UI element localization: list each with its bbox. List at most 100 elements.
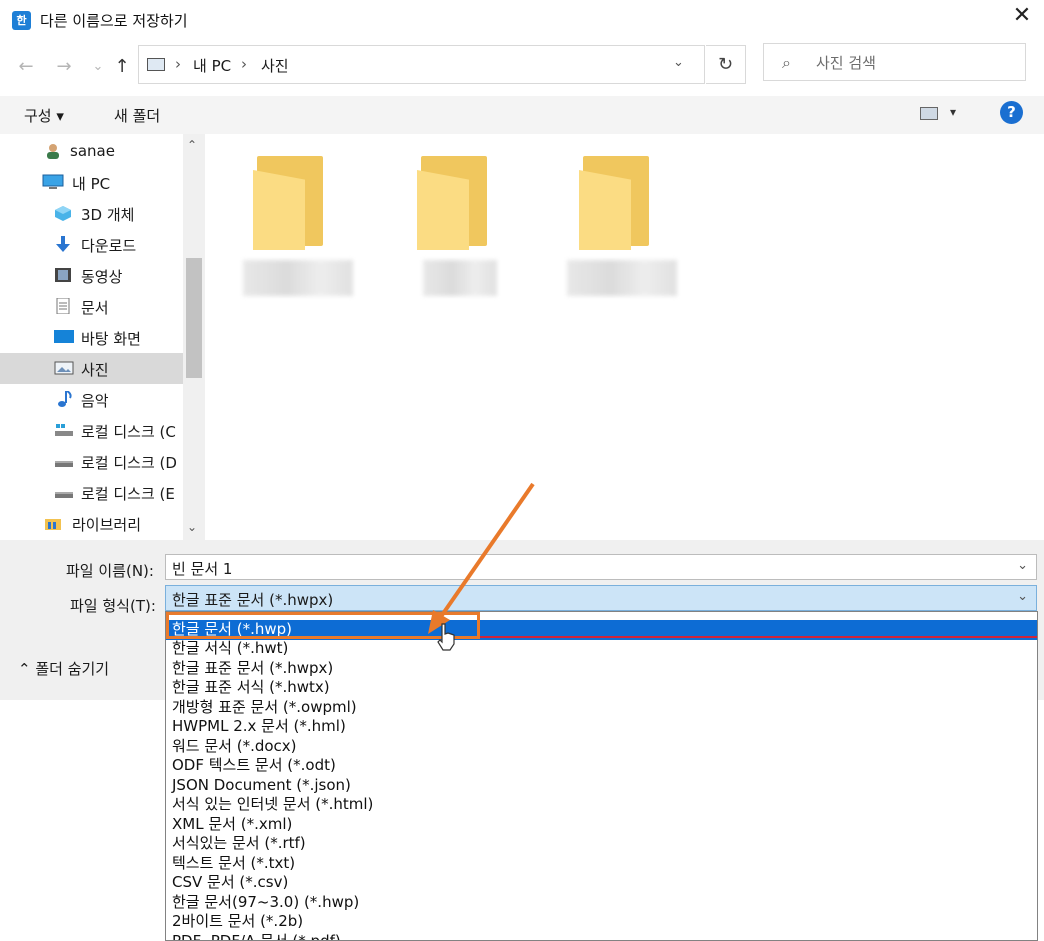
sidebar-item-label: 로컬 디스크 (E [81,485,175,503]
blurred-folder-name [567,260,677,296]
breadcrumb-pictures[interactable]: 사진 [261,55,289,76]
computer-icon [42,174,64,189]
folder-item[interactable] [579,156,655,250]
sidebar-item-drive-c[interactable]: 로컬 디스크 (C [0,415,183,446]
sidebar-item-label: 로컬 디스크 (D [81,454,177,472]
filetype-option[interactable]: CSV 문서 (*.csv) [166,873,1037,893]
sidebar-item-3d-objects[interactable]: 3D 개체 [0,198,183,229]
filename-field[interactable]: 빈 문서 1 ⌄ [165,554,1037,580]
folder-item[interactable] [417,156,493,250]
sidebar-item-videos[interactable]: 동영상 [0,260,183,291]
folder-item[interactable] [253,156,329,250]
3d-objects-icon [55,206,71,221]
sidebar-item-label: 동영상 [81,268,123,286]
file-list [205,134,1044,540]
drive-icon [55,461,73,467]
filetype-option[interactable]: 텍스트 문서 (*.txt) [166,854,1037,874]
sidebar-item-drive-d[interactable]: 로컬 디스크 (D [0,446,183,477]
filetype-dropdown-list[interactable]: 한글 문서 (*.hwp) 한글 서식 (*.hwt) 한글 표준 문서 (*.… [165,611,1038,941]
sidebar-item-label: 음악 [81,392,109,410]
annotation-highlight-box [166,612,480,639]
sidebar-item-music[interactable]: 음악 [0,384,183,415]
breadcrumb-this-pc[interactable]: 내 PC [193,55,231,76]
document-icon [56,298,70,314]
drive-icon [55,424,73,436]
organize-button[interactable]: 구성 ▾ [24,105,64,126]
sidebar-scroll-thumb[interactable] [186,258,202,378]
new-folder-button[interactable]: 새 폴더 [114,105,160,126]
music-icon [58,391,72,407]
title-bar: 한 다른 이름으로 저장하기 ✕ [0,0,1044,40]
refresh-button[interactable]: ↻ [706,45,746,84]
pictures-icon [54,361,74,375]
chevron-down-icon[interactable]: ⌄ [673,55,684,70]
scroll-down-icon[interactable]: ⌄ [187,520,197,534]
sidebar-item-label: 라이브러리 [72,516,142,534]
filetype-option[interactable]: XML 문서 (*.xml) [166,815,1037,835]
sidebar-item-user[interactable]: sanae [0,136,183,167]
hide-folders-label: 폴더 숨기기 [35,660,110,678]
chevron-up-icon: ⌃ [18,660,36,678]
sidebar-item-label: 내 PC [72,175,111,193]
up-button[interactable]: ↑ [110,56,134,78]
forward-button[interactable]: → [52,56,76,78]
sidebar-item-this-pc[interactable]: 내 PC [0,167,183,198]
filetype-option[interactable]: ODF 텍스트 문서 (*.odt) [166,756,1037,776]
back-button[interactable]: ← [14,56,38,78]
filetype-option[interactable]: 한글 표준 문서 (*.hwpx) [166,659,1037,679]
hangul-app-icon: 한 [12,11,31,30]
filetype-option[interactable]: HWPML 2.x 문서 (*.hml) [166,717,1037,737]
filetype-select[interactable]: 한글 표준 문서 (*.hwpx) ⌄ [165,585,1037,611]
search-box[interactable]: ⌕ 사진 검색 [763,43,1026,81]
address-bar[interactable]: › 내 PC › 사진 ⌄ [138,45,705,84]
sidebar-item-label: 로컬 디스크 (C [81,423,176,441]
close-button[interactable]: ✕ [1006,2,1038,30]
sidebar-item-documents[interactable]: 문서 [0,291,183,322]
sidebar-item-desktop[interactable]: 바탕 화면 [0,322,183,353]
computer-icon [147,58,165,71]
sidebar-item-libraries[interactable]: 라이브러리 [0,508,183,539]
sidebar-item-drive-e[interactable]: 로컬 디스크 (E [0,477,183,508]
window-title: 다른 이름으로 저장하기 [40,12,188,30]
scroll-up-icon[interactable]: ⌃ [187,138,197,152]
chevron-down-icon[interactable]: ⌄ [1017,589,1028,604]
filename-value: 빈 문서 1 [172,560,233,578]
sidebar-item-label: sanae [70,142,115,160]
filetype-value: 한글 표준 문서 (*.hwpx) [172,591,334,609]
download-icon [56,236,70,252]
sidebar-item-pictures[interactable]: 사진 [0,353,183,384]
filetype-option[interactable]: 개방형 표준 문서 (*.owpml) [166,698,1037,718]
filetype-option[interactable]: 한글 문서(97~3.0) (*.hwp) [166,893,1037,913]
search-placeholder: 사진 검색 [816,54,876,72]
view-options-icon[interactable] [920,107,938,120]
blurred-folder-name [423,260,497,296]
hide-folders-button[interactable]: ⌃ 폴더 숨기기 [18,658,109,679]
recent-locations-button[interactable]: ⌄ [86,56,110,78]
sidebar-item-label: 바탕 화면 [81,330,141,348]
command-bar: 구성 ▾ 새 폴더 ▾ ? [0,96,1044,134]
search-icon: ⌕ [782,53,791,72]
user-icon [47,144,59,159]
desktop-icon [54,330,74,343]
filetype-option[interactable]: 워드 문서 (*.docx) [166,737,1037,757]
filetype-option[interactable]: 한글 표준 서식 (*.hwtx) [166,678,1037,698]
filetype-option[interactable]: PDF, PDF/A 문서 (*.pdf) [166,932,1037,941]
filetype-option[interactable]: JSON Document (*.json) [166,776,1037,796]
sidebar-item-label: 다운로드 [81,237,137,255]
sidebar-item-label: 사진 [81,361,109,379]
sidebar-item-downloads[interactable]: 다운로드 [0,229,183,260]
view-dropdown-icon[interactable]: ▾ [950,105,956,119]
filetype-option[interactable]: 서식 있는 인터넷 문서 (*.html) [166,795,1037,815]
blurred-folder-name [243,260,353,296]
sidebar-item-label: 3D 개체 [81,206,135,224]
navigation-pane: sanae 내 PC 3D 개체 다운로드 동영상 문서 바탕 화면 사진 음악… [0,134,205,540]
chevron-down-icon[interactable]: ⌄ [1017,558,1028,573]
filetype-option[interactable]: 서식있는 문서 (*.rtf) [166,834,1037,854]
filetype-option[interactable]: 한글 서식 (*.hwt) [166,639,1037,659]
drive-icon [55,492,73,498]
help-icon[interactable]: ? [1000,101,1023,124]
breadcrumb-separator: › [241,55,247,73]
filetype-label: 파일 형식(T): [70,597,156,615]
sidebar-item-label: 문서 [81,299,109,317]
filetype-option[interactable]: 2바이트 문서 (*.2b) [166,912,1037,932]
